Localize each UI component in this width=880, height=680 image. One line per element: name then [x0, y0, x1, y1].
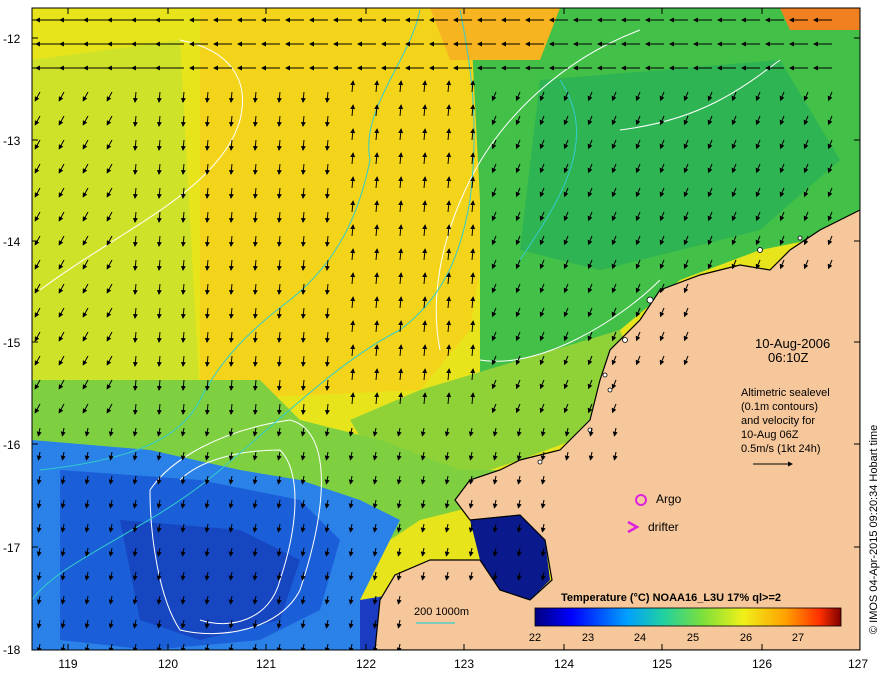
y-axis-labels: -12 -13 -14 -15 -16 -17 -18 [3, 32, 21, 657]
y-tick-label: -14 [3, 235, 21, 249]
colorbar-tick: 23 [582, 632, 594, 644]
info-line: and velocity for [741, 415, 815, 427]
y-tick-label: -12 [3, 32, 21, 46]
x-tick-label: 121 [256, 657, 276, 671]
x-tick-label: 126 [752, 657, 772, 671]
y-tick-label: -16 [3, 438, 21, 452]
info-line: 10-Aug 06Z [741, 429, 799, 441]
info-line: (0.1m contours) [741, 401, 818, 413]
date-label: 10-Aug-2006 [755, 336, 830, 351]
x-tick-label: 125 [652, 657, 672, 671]
x-tick-label: 124 [554, 657, 574, 671]
x-tick-label: 119 [58, 657, 77, 671]
y-tick-label: -13 [3, 134, 21, 148]
x-tick-label: 122 [356, 657, 376, 671]
colorbar-tick: 26 [740, 632, 752, 644]
colorbar-tick: 25 [687, 632, 699, 644]
colorbar-title: Temperature (°C) NOAA16_L3U 17% ql>=2 [561, 592, 781, 604]
x-tick-label: 127 [848, 657, 868, 671]
y-tick-label: -17 [3, 541, 21, 555]
argo-label: Argo [656, 492, 682, 506]
isobath-label: 200 1000m [414, 606, 469, 618]
colorbar [534, 607, 842, 627]
colorbar-tick: 22 [529, 632, 541, 644]
sst-map: 119 120 121 122 123 124 125 126 127 -12 … [3, 7, 880, 671]
sst-field [32, 8, 860, 650]
colorbar-tick: 27 [792, 632, 804, 644]
y-tick-label: -15 [3, 336, 21, 350]
credit-text: © IMOS 04-Apr-2015 09:20:34 Hobart time [868, 425, 880, 634]
y-tick-label: -18 [3, 643, 21, 657]
x-axis-labels: 119 120 121 122 123 124 125 126 127 [58, 657, 868, 671]
info-line: 0.5m/s (1kt 24h) [741, 443, 820, 455]
info-line: Altimetric sealevel [741, 387, 830, 399]
drifter-label: drifter [648, 520, 679, 534]
time-label: 06:10Z [768, 350, 809, 365]
x-tick-label: 123 [454, 657, 474, 671]
x-tick-label: 120 [158, 657, 178, 671]
colorbar-tick: 24 [634, 632, 646, 644]
